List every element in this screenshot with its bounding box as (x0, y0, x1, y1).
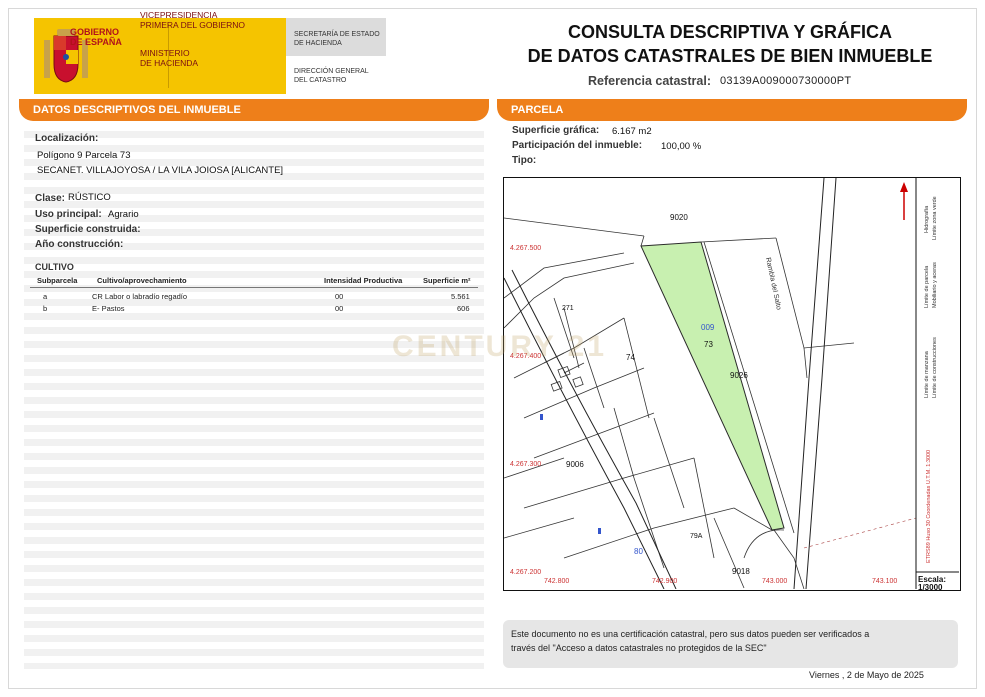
cell-cultivo: CR Labor o labradío regadío (92, 292, 188, 301)
note-line1: Este documento no es una certificación c… (511, 629, 870, 639)
map-projection: ETRS89 Huso 30 Coordenadas U.T.M. 1:3000 (926, 450, 932, 563)
watermark: CENTURY 21 (392, 330, 608, 363)
coord-x3: 743.000 (762, 578, 787, 585)
participacion-label: Participación del inmueble: (512, 140, 643, 151)
label-9020: 9020 (670, 213, 688, 222)
label-9026: 9026 (730, 371, 748, 380)
uso-label: Uso principal: (35, 209, 102, 220)
col-cultivo: Cultivo/aprovechamiento (97, 276, 187, 285)
document-title: CONSULTA DESCRIPTIVA Y GRÁFICA (567, 22, 893, 42)
coord-y3: 4.267.300 (510, 461, 541, 468)
coord-x1: 742.800 (544, 578, 569, 585)
parcela-section-bar: PARCELA (497, 99, 967, 121)
col-intensidad: Intensidad Productiva (324, 276, 403, 285)
cultivo-title: CULTIVO (35, 262, 74, 272)
label-80: 80 (634, 547, 643, 556)
descriptive-panel (24, 124, 484, 669)
label-009: 009 (701, 323, 715, 332)
cell-subparcela: a (43, 292, 48, 301)
label-74: 74 (626, 353, 635, 362)
legend-item: Mobiliario y aceras (932, 262, 938, 308)
cadastral-map[interactable]: 9020 74 73 009 9026 9006 9018 80 79A 271… (503, 177, 961, 591)
label-road: Rambla del Salto (764, 257, 782, 311)
ministerio-text: MINISTERIO DE HACIENDA (140, 48, 199, 68)
cell-cultivo: E- Pastos (92, 304, 125, 313)
scale-value: 1/3000 (918, 583, 943, 592)
cell-intensidad: 00 (335, 304, 344, 313)
legend-item: Límite de construcciones (932, 337, 938, 398)
legend-item: Límite de manzana (924, 350, 930, 398)
hydrography-markers (540, 414, 601, 534)
localizacion-label: Localización: (35, 133, 99, 144)
boundary-dashed-line (803, 517, 917, 549)
legend-item: Límite zona verde (932, 196, 938, 240)
superficie-grafica-label: Superficie gráfica: (512, 125, 600, 136)
coord-y1: 4.267.500 (510, 245, 541, 252)
ref-value: 03139A009000730000PT (720, 75, 852, 87)
document-subtitle: DE DATOS CATASTRALES DE BIEN INMUEBLE (527, 46, 933, 66)
map-drawing: 9020 74 73 009 9026 9006 9018 80 79A 271… (504, 178, 959, 589)
cell-subparcela: b (43, 304, 48, 313)
north-arrow-icon (900, 182, 908, 220)
coord-y4: 4.267.200 (510, 569, 541, 576)
participacion-value: 100,00 % (661, 141, 702, 152)
direccion-text: DIRECCIÓN GENERAL DEL CATASTRO (294, 68, 369, 84)
cell-superficie: 5.561 (451, 292, 470, 301)
cell-intensidad: 00 (335, 292, 344, 301)
note-line2: través del "Acceso a datos catastrales n… (511, 643, 767, 653)
label-9018: 9018 (732, 567, 750, 576)
col-superficie: Superficie m² (423, 276, 471, 285)
disclaimer-note: Este documento no es una certificación c… (503, 620, 958, 668)
superficie-label: Superficie construida: (35, 224, 141, 235)
clase-value: RÚSTICO (68, 192, 111, 203)
table-header-divider (30, 287, 478, 288)
localizacion-line1: Polígono 9 Parcela 73 (37, 150, 131, 161)
clase-label: Clase: (35, 193, 66, 204)
descriptive-section-bar: DATOS DESCRIPTIVOS DEL INMUEBLE (19, 99, 489, 121)
anio-label: Año construcción: (35, 239, 124, 250)
label-271: 271 (562, 305, 574, 312)
secretaria-text: SECRETARÍA DE ESTADO DE HACIENDA (294, 31, 380, 47)
localizacion-line2: SECANET. VILLAJOYOSA / LA VILA JOIOSA [A… (37, 165, 284, 176)
legend-item: Hidrografía (924, 205, 930, 233)
coord-x4: 743.100 (872, 578, 897, 585)
building-outlines (550, 366, 584, 392)
document-date: Viernes , 2 de Mayo de 2025 (809, 670, 924, 680)
label-73: 73 (704, 340, 713, 349)
gobierno-text: GOBIERNO DE ESPAÑA (70, 27, 122, 47)
legend-item: Límite de parcela (924, 265, 930, 308)
parcel-73-highlight (640, 241, 785, 531)
superficie-grafica-value: 6.167 m2 (612, 126, 652, 137)
label-9006: 9006 (566, 460, 584, 469)
map-legend: Límite de manzana Límite de construccion… (924, 196, 938, 563)
coord-x2: 742.900 (652, 578, 677, 585)
ref-label: Referencia catastral: (588, 74, 711, 88)
cell-superficie: 606 (457, 304, 470, 313)
vicepresidencia-text: VICEPRESIDENCIA PRIMERA DEL GOBIERNO (140, 10, 246, 30)
uso-value: Agrario (108, 209, 139, 220)
col-subparcela: Subparcela (37, 276, 78, 285)
label-79a: 79A (690, 533, 703, 540)
tipo-label: Tipo: (512, 155, 537, 166)
